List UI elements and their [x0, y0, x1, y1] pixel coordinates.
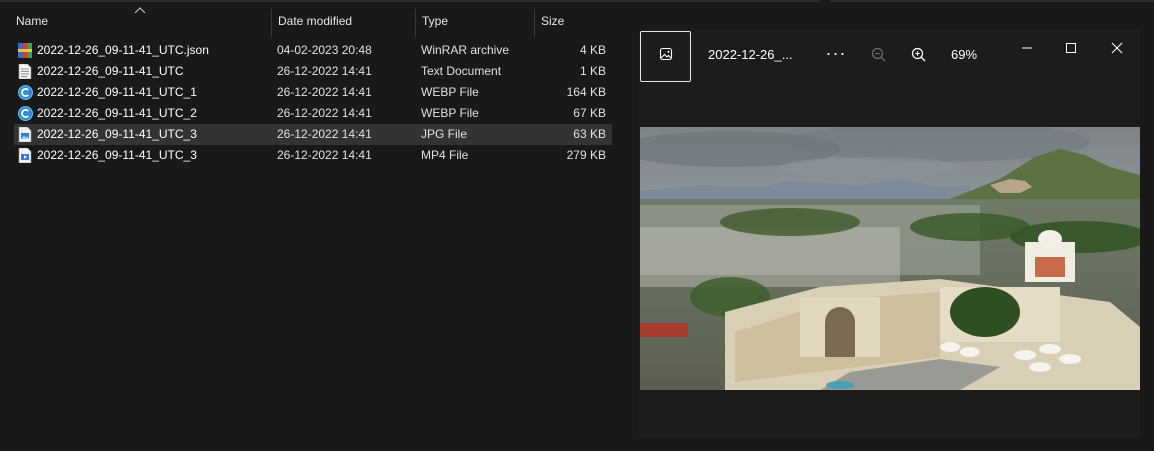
gallery-icon: [658, 46, 674, 67]
column-header-name-label: Name: [16, 14, 49, 28]
file-date: 04-02-2023 20:48: [277, 43, 372, 57]
maximize-icon: [1061, 43, 1081, 62]
text-document-icon: [18, 63, 32, 80]
file-type: WEBP File: [421, 85, 479, 99]
photo-illustration: [640, 127, 1140, 390]
file-row-selected[interactable]: 2022-12-26_09-11-41_UTC_3 26-12-2022 14:…: [14, 124, 612, 145]
file-size: 164 KB: [566, 85, 606, 99]
zoom-in-button[interactable]: [909, 45, 929, 65]
webp-file-icon: [18, 85, 33, 100]
file-name: 2022-12-26_09-11-41_UTC_3: [37, 148, 197, 162]
file-date: 26-12-2022 14:41: [277, 148, 372, 162]
file-row[interactable]: 2022-12-26_09-11-41_UTC 26-12-2022 14:41…: [14, 61, 612, 82]
file-row[interactable]: 2022-12-26_09-11-41_UTC_2 26-12-2022 14:…: [14, 103, 612, 124]
file-date: 26-12-2022 14:41: [277, 106, 372, 120]
close-icon: [1107, 42, 1127, 62]
minimize-button[interactable]: [1017, 38, 1037, 58]
minimize-icon: [1017, 45, 1037, 62]
file-list-pane: Name Date modified Type Size 2022-12-26_…: [0, 0, 615, 451]
sort-ascending-icon: [134, 5, 146, 17]
file-type: JPG File: [421, 127, 468, 141]
file-type: WEBP File: [421, 106, 479, 120]
file-date: 26-12-2022 14:41: [277, 64, 372, 78]
file-name: 2022-12-26_09-11-41_UTC: [37, 64, 184, 78]
file-date: 26-12-2022 14:41: [277, 127, 372, 141]
viewer-file-title: 2022-12-26_...: [708, 47, 793, 62]
maximize-button[interactable]: [1061, 38, 1081, 58]
top-divider-right: [830, 0, 1154, 2]
zoom-level-readout[interactable]: 69%: [951, 47, 977, 62]
column-header-type-label: Type: [422, 14, 449, 28]
file-type: Text Document: [421, 64, 502, 78]
column-header-row: Name Date modified Type Size: [0, 7, 615, 37]
file-type: MP4 File: [421, 148, 469, 162]
file-row[interactable]: 2022-12-26_09-11-41_UTC_3 26-12-2022 14:…: [14, 145, 612, 166]
photo-viewer-window: 2022-12-26_... ··· 69%: [639, 30, 1140, 438]
file-size: 4 KB: [579, 43, 606, 57]
file-type: WinRAR archive: [421, 43, 510, 57]
file-rows: 2022-12-26_09-11-41_UTC.json 04-02-2023 …: [14, 40, 612, 166]
file-size: 67 KB: [573, 106, 606, 120]
zoom-in-icon: [909, 47, 929, 69]
column-header-size[interactable]: Size: [534, 9, 614, 37]
gallery-button[interactable]: [640, 31, 691, 82]
close-button[interactable]: [1107, 38, 1127, 58]
window-controls: [1007, 30, 1140, 65]
more-options-button[interactable]: ···: [822, 42, 850, 68]
viewer-toolbar: 2022-12-26_... ··· 69%: [639, 30, 1140, 82]
winrar-archive-icon: [18, 43, 32, 58]
file-name: 2022-12-26_09-11-41_UTC_3: [37, 127, 197, 141]
file-size: 63 KB: [573, 127, 606, 141]
zoom-out-icon: [869, 47, 889, 69]
file-row[interactable]: 2022-12-26_09-11-41_UTC_1 26-12-2022 14:…: [14, 82, 612, 103]
column-header-date-modified[interactable]: Date modified: [271, 9, 414, 37]
city-palace-photo: [640, 127, 1140, 390]
file-row[interactable]: 2022-12-26_09-11-41_UTC.json 04-02-2023 …: [14, 40, 612, 61]
column-header-size-label: Size: [541, 14, 565, 28]
zoom-out-button[interactable]: [869, 45, 889, 65]
jpg-file-icon: [18, 126, 32, 143]
file-size: 279 KB: [566, 148, 606, 162]
file-date: 26-12-2022 14:41: [277, 85, 372, 99]
file-name: 2022-12-26_09-11-41_UTC_2: [37, 106, 197, 120]
column-header-type[interactable]: Type: [415, 9, 533, 37]
file-name: 2022-12-26_09-11-41_UTC.json: [37, 43, 209, 57]
webp-file-icon: [18, 106, 33, 121]
file-name: 2022-12-26_09-11-41_UTC_1: [37, 85, 197, 99]
file-size: 1 KB: [579, 64, 606, 78]
mp4-file-icon: [18, 147, 32, 164]
more-options-label: ···: [825, 43, 847, 63]
column-header-date-label: Date modified: [278, 14, 353, 28]
